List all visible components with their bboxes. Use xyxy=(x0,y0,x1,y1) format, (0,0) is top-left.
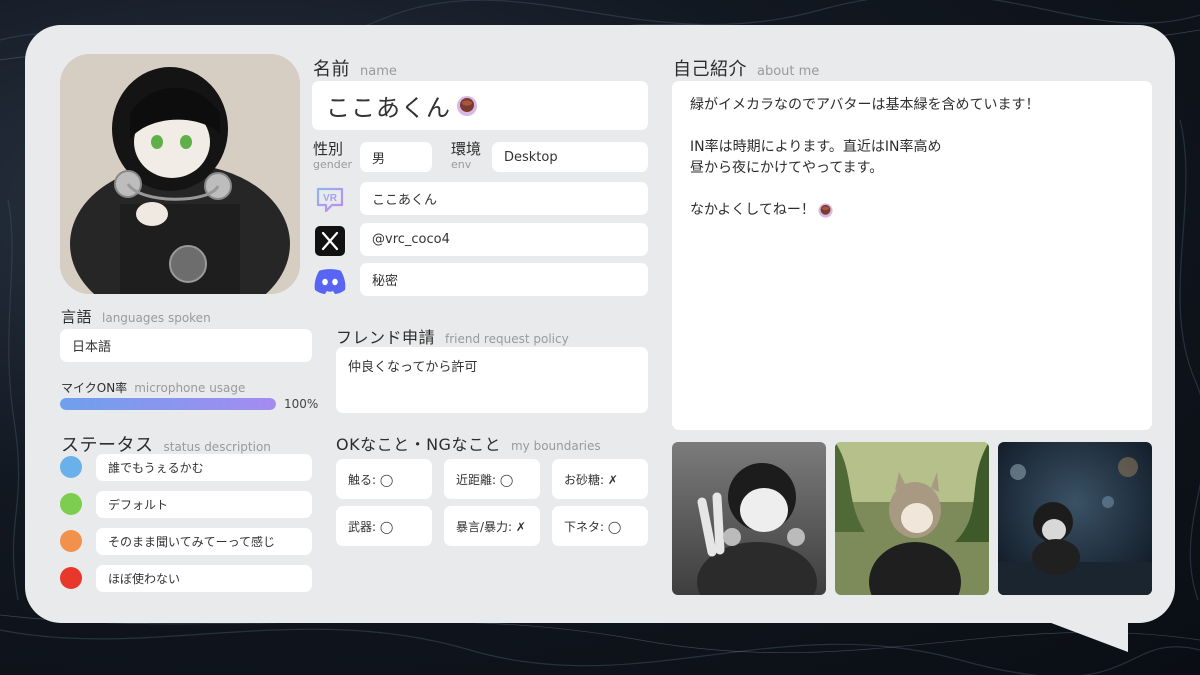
discord-icon xyxy=(312,263,348,299)
about-line-3: 昼から夜にかけてやってます。 xyxy=(690,160,884,176)
boundary-item-2: 近距離: ◯ xyxy=(444,459,540,499)
status-dot-4 xyxy=(60,567,82,589)
coffee-cup-icon xyxy=(457,95,477,116)
env-title: 環境 xyxy=(451,140,482,158)
status-label-4: ほぼ使わない xyxy=(96,565,312,592)
gender-title-en: gender xyxy=(313,158,352,171)
discord-account-field: 秘密 xyxy=(360,263,648,296)
about-title: 自己紹介 xyxy=(673,59,747,80)
gallery-photo-1 xyxy=(672,442,826,595)
name-field: ここあくん xyxy=(312,81,648,130)
status-title: ステータス xyxy=(61,435,154,456)
about-line-4: なかよくしてねー！ xyxy=(690,202,815,218)
boundary-item-6: 下ネタ: ◯ xyxy=(552,506,648,546)
env-title-en: env xyxy=(451,158,472,171)
mic-heading: マイクON率 microphone usage xyxy=(61,377,245,396)
boundaries-heading: OKなこと・NGなこと my boundaries xyxy=(336,431,601,455)
boundary-item-1: 触る: ◯ xyxy=(336,459,432,499)
languages-heading: 言語 languages spoken xyxy=(61,306,211,327)
gender-title: 性別 xyxy=(313,140,344,158)
friend-title-en: friend request policy xyxy=(445,332,569,346)
gallery-photo-2 xyxy=(835,442,989,595)
svg-text:VR: VR xyxy=(323,193,338,204)
gallery-photo-3 xyxy=(998,442,1152,595)
name-title: 名前 xyxy=(313,59,350,80)
gender-label: 性別 gender xyxy=(313,142,352,172)
vrchat-icon: VR xyxy=(312,182,348,218)
languages-title: 言語 xyxy=(61,308,93,326)
mic-percent: 100% xyxy=(284,397,319,411)
status-dot-3 xyxy=(60,530,82,552)
about-text-box: 緑がイメカラなのでアバターは基本緑を含めています！ IN率は時期によります。直近… xyxy=(672,81,1152,430)
gender-field: 男 xyxy=(360,142,432,172)
mic-usage-bar xyxy=(60,398,276,410)
status-label-2: デフォルト xyxy=(96,491,312,518)
name-heading: 名前 name xyxy=(313,55,397,81)
about-line-1: 緑がイメカラなのでアバターは基本緑を含めています！ xyxy=(690,97,1040,113)
vrchat-account-field: ここあくん xyxy=(360,182,648,215)
mic-title-en: microphone usage xyxy=(134,381,246,395)
boundaries-title: OKなこと・NGなこと xyxy=(336,435,501,454)
name-title-en: name xyxy=(360,64,397,79)
avatar-photo xyxy=(60,54,300,294)
status-label-1: 誰でもうぇるかむ xyxy=(96,454,312,481)
env-field: Desktop xyxy=(492,142,648,172)
status-title-en: status description xyxy=(163,440,271,454)
boundary-item-4: 武器: ◯ xyxy=(336,506,432,546)
name-value: ここあくん xyxy=(326,94,451,122)
boundary-item-3: お砂糖: ✗ xyxy=(552,459,648,499)
friend-field: 仲良くなってから許可 xyxy=(336,347,648,413)
status-dot-2 xyxy=(60,493,82,515)
boundaries-title-en: my boundaries xyxy=(510,439,601,453)
friend-title: フレンド申請 xyxy=(336,328,436,347)
about-heading: 自己紹介 about me xyxy=(673,55,819,81)
status-dot-1 xyxy=(60,456,82,478)
x-icon xyxy=(312,223,348,259)
status-label-3: そのまま聞いてみてーって感じ xyxy=(96,528,312,555)
languages-title-en: languages spoken xyxy=(102,311,211,325)
friend-heading: フレンド申請 friend request policy xyxy=(336,324,569,348)
languages-field: 日本語 xyxy=(60,329,312,362)
coffee-cup-icon xyxy=(818,203,833,218)
mic-title: マイクON率 xyxy=(61,381,128,395)
x-account-field: @vrc_coco4 xyxy=(360,223,648,256)
about-line-2: IN率は時期によります。直近はIN率高め xyxy=(690,139,942,155)
env-label: 環境 env xyxy=(451,142,481,172)
boundary-item-5: 暴言/暴力: ✗ xyxy=(444,506,540,546)
mic-usage-fill xyxy=(60,398,276,410)
about-title-en: about me xyxy=(757,64,820,79)
